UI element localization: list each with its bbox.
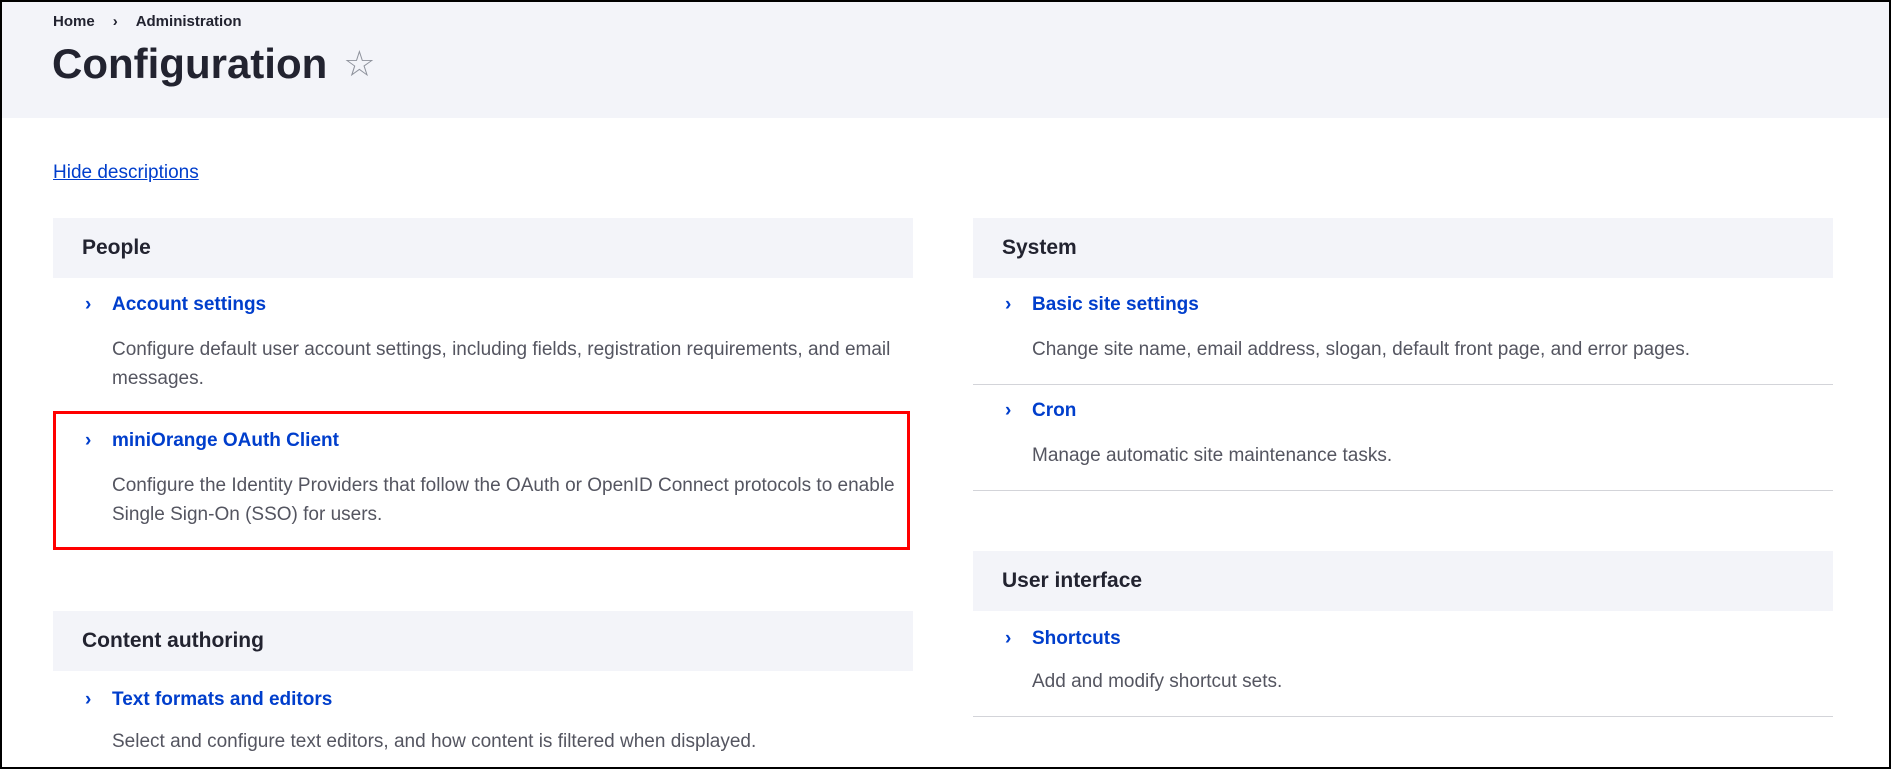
item-description: Change site name, email address, slogan,… <box>1032 339 1691 360</box>
page-header: Home › Administration Configuration ☆ <box>0 0 1891 118</box>
divider <box>973 490 1833 491</box>
item-description: Add and modify shortcut sets. <box>1032 671 1283 692</box>
star-icon[interactable]: ☆ <box>343 43 375 85</box>
hide-descriptions-link[interactable]: Hide descriptions <box>53 162 199 184</box>
page-title: Configuration ☆ <box>52 40 376 88</box>
highlight-box <box>53 411 910 550</box>
shortcuts-link[interactable]: Shortcuts <box>1032 628 1121 650</box>
breadcrumb-home[interactable]: Home <box>53 13 95 30</box>
chevron-right-icon: › <box>1005 294 1012 315</box>
item-description: Manage automatic site maintenance tasks. <box>1032 445 1393 466</box>
item-description: Configure default user account settings,… <box>112 339 891 389</box>
basic-site-settings-link[interactable]: Basic site settings <box>1032 294 1199 316</box>
section-header-people: People <box>53 218 913 278</box>
section-header-content-authoring: Content authoring <box>53 611 913 671</box>
divider <box>973 384 1833 385</box>
section-header-system: System <box>973 218 1833 278</box>
cron-link[interactable]: Cron <box>1032 400 1076 422</box>
chevron-right-icon: › <box>85 294 92 315</box>
item-description: Select and configure text editors, and h… <box>112 731 757 752</box>
divider <box>973 716 1833 717</box>
chevron-right-icon: › <box>112 13 118 30</box>
chevron-right-icon: › <box>1005 628 1012 649</box>
text-formats-link[interactable]: Text formats and editors <box>112 689 332 711</box>
section-header-user-interface: User interface <box>973 551 1833 611</box>
breadcrumb: Home › Administration <box>53 13 242 30</box>
account-settings-link[interactable]: Account settings <box>112 294 266 316</box>
chevron-right-icon: › <box>85 689 92 710</box>
chevron-right-icon: › <box>1005 400 1012 421</box>
breadcrumb-administration[interactable]: Administration <box>136 13 242 30</box>
page-title-text: Configuration <box>52 40 328 87</box>
